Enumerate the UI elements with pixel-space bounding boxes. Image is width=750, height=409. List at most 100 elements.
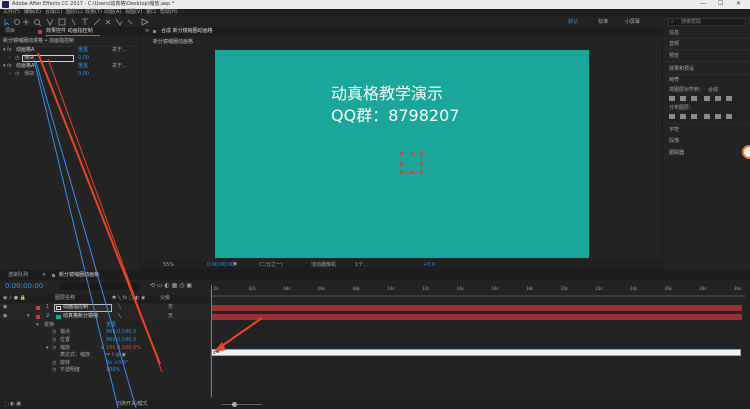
layer-2-parent-dropdown[interactable]: 无	[168, 314, 173, 319]
prop-row-rotation[interactable]: ◷ 旋转 0x +0.0°	[0, 360, 210, 367]
menu-edit[interactable]: 编辑(E)	[24, 10, 41, 15]
layer-2-label-color[interactable]	[36, 315, 40, 319]
layer-1-switches[interactable]: ╲	[118, 305, 121, 310]
stopwatch-icon[interactable]: ◷	[15, 56, 19, 61]
tab-render-queue[interactable]: 渲染队列	[8, 273, 28, 278]
comp-time[interactable]: 0:00:00:00	[207, 263, 234, 268]
transform-reset-link[interactable]: 重置	[106, 323, 116, 328]
panel-audio[interactable]: 音频	[669, 42, 679, 47]
timeline-search-field[interactable]	[60, 283, 140, 290]
fx-toggle-icon-2[interactable]: ▾ fx	[3, 64, 12, 69]
comp-tab[interactable]: 合成 新分镜缩圈动画格	[161, 29, 213, 34]
panel-align[interactable]: 对齐	[669, 78, 679, 83]
expression-toggle-icon[interactable]: = ⌇ ◎ ◉	[106, 353, 126, 358]
expand-arrow-icon-2[interactable]: ›	[9, 72, 11, 77]
prop-row-expression[interactable]: 表达式：缩放 = ⌇ ◎ ◉	[0, 352, 210, 359]
slider-value-2[interactable]: 0.00	[78, 72, 89, 77]
handle-mr[interactable]	[420, 162, 423, 165]
workspace-standard[interactable]: 标准	[598, 20, 608, 25]
anchor-value[interactable]: 960.0,540.0	[106, 330, 136, 335]
comp-lock-icon[interactable]	[153, 30, 156, 33]
layer-1-label-color[interactable]	[36, 306, 40, 310]
prop-row-position[interactable]: ◷ 位置 960.0,540.0	[0, 337, 210, 344]
handle-tr[interactable]	[420, 152, 423, 155]
timeline-close-icon[interactable]: ✕	[42, 273, 46, 278]
position-value[interactable]: 960.0,540.0	[106, 338, 136, 343]
tab-timeline-comp[interactable]: 新分镜缩圈动画格	[59, 273, 99, 278]
comp-viewer-canvas[interactable]: 动真格教学演示 QQ群：8798207	[215, 50, 589, 258]
toolbar-tools-icons[interactable]	[2, 17, 162, 27]
handle-ml[interactable]	[400, 162, 403, 165]
scale-value[interactable]: 100.0,100.0%	[106, 346, 141, 351]
menu-window[interactable]: 窗口	[146, 10, 156, 15]
menu-layer[interactable]: 图层(L)	[66, 10, 83, 15]
col-layer-name[interactable]: 图层名称	[55, 296, 75, 301]
slider-value[interactable]: 0.00	[78, 56, 89, 61]
search-help-box[interactable]: ⌕ 搜索帮助	[668, 18, 746, 26]
prop-row-anchor[interactable]: ◷ 锚点 960.0,540.0	[0, 329, 210, 336]
stopwatch-icon-2[interactable]: ◷	[15, 72, 19, 77]
toggle-switches-modes[interactable]: 切换开关/模式	[116, 402, 148, 407]
timeline-toolbar-icons[interactable]: ⟲ ▭ ◐ ▦ ◷ ▣	[150, 283, 192, 289]
opacity-value[interactable]: 100%	[106, 368, 120, 373]
floating-assistant-icon[interactable]	[742, 145, 750, 159]
effect-reset-link[interactable]: 重置	[78, 48, 88, 53]
zoom-slider-thumb[interactable]	[232, 402, 237, 407]
handle-bl[interactable]	[400, 171, 403, 174]
zoom-dropdown[interactable]: 55%	[163, 263, 174, 268]
menu-animation[interactable]: 动画(A)	[104, 10, 121, 15]
menu-file[interactable]: 文件(F)	[3, 10, 20, 15]
handle-tm[interactable]	[411, 152, 414, 155]
rotation-stopwatch-icon[interactable]: ◷	[52, 361, 56, 366]
playhead[interactable]	[211, 285, 212, 397]
panel-character[interactable]: 字符	[669, 128, 679, 133]
maximize-button[interactable]: ☐	[718, 1, 723, 7]
effect-about-link-2[interactable]: 关于...	[112, 64, 127, 69]
transform-group-row[interactable]: ▾ 变换 重置	[0, 322, 210, 329]
panel-info[interactable]: 信息	[669, 31, 679, 36]
anchor-stopwatch-icon[interactable]: ◷	[52, 330, 56, 335]
transform-collapse-icon[interactable]: ▾	[36, 323, 39, 328]
scale-link-icon[interactable]: ∞	[100, 346, 104, 351]
scale-collapse-icon[interactable]: ▾	[46, 346, 49, 351]
effect-row-2[interactable]: ▾ fx 动画格A 重置 关于...	[0, 63, 140, 71]
align-to-dropdown[interactable]: 合成	[708, 88, 718, 93]
time-ruler[interactable]: 0s 02s 04s 06s 08s 10s 12s 14s 16s 18s 20s 22s 24s 26…	[210, 285, 745, 303]
layer-2-visibility-icon[interactable]: ◉	[3, 314, 7, 319]
effect-reset-link-2[interactable]: 重置	[78, 64, 88, 69]
null-layer-outline[interactable]	[400, 152, 423, 174]
layer-2-track[interactable]	[212, 314, 742, 320]
camera-icon[interactable]: ◉	[233, 262, 237, 267]
resolution-dropdown[interactable]: (二分之一)	[259, 263, 283, 268]
panel-tracker[interactable]: 跟踪器	[669, 151, 684, 156]
menu-composition[interactable]: 合成(C)	[45, 10, 62, 15]
handle-br[interactable]	[420, 171, 423, 174]
fx-toggle-icon[interactable]: ▾ fx	[3, 48, 12, 53]
layer-1-visibility-icon[interactable]: ◉	[3, 305, 7, 310]
layer-2-collapse-icon[interactable]: ▾	[27, 314, 30, 319]
panel-paragraph[interactable]: 段落	[669, 139, 679, 144]
layer-1-parent-dropdown[interactable]: 无	[168, 305, 173, 310]
tab-project[interactable]: 项目	[5, 29, 15, 34]
footer-icons[interactable]: ⬚ ◐ ▣	[4, 402, 21, 407]
prop-row-opacity[interactable]: ◷ 不透明度 100%	[0, 367, 210, 374]
scale-stopwatch-icon[interactable]: ◷	[52, 346, 56, 351]
tab-effect-controls[interactable]: 效果控件 动画指控制	[46, 29, 93, 34]
menu-view[interactable]: 视图(V)	[125, 10, 142, 15]
distribute-buttons-icons[interactable]	[668, 113, 748, 121]
comp-subtab[interactable]: 新分镜缩圈动画格	[153, 40, 193, 45]
comp-menu-icon[interactable]: ≡	[145, 29, 149, 34]
opacity-stopwatch-icon[interactable]: ◷	[52, 368, 56, 373]
position-stopwatch-icon[interactable]: ◷	[52, 338, 56, 343]
rotation-value[interactable]: 0x +0.0°	[106, 361, 128, 366]
work-area-bar[interactable]	[210, 295, 745, 297]
effect-about-link[interactable]: 关于...	[112, 48, 127, 53]
exposure-value[interactable]: +0.0	[423, 263, 435, 268]
timeline-timecode[interactable]: 0:00:00:00	[5, 283, 43, 290]
menu-effect[interactable]: 效果(T)	[85, 10, 102, 15]
slider-row[interactable]: › ◷ 滑块 0.00	[0, 55, 140, 63]
layer-1-track[interactable]	[212, 305, 742, 311]
effect-row[interactable]: ▾ fx 动画格A 重置 关于...	[0, 47, 140, 55]
panel-effects-presets[interactable]: 效果和预设	[669, 67, 694, 72]
expand-arrow-icon[interactable]: ›	[9, 56, 11, 61]
